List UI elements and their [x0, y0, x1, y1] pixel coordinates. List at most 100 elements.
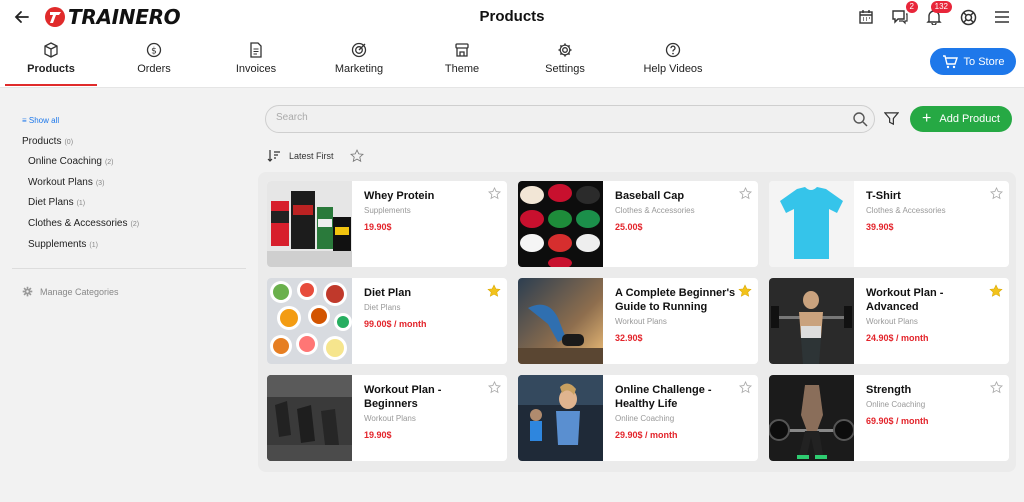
product-image [769, 375, 854, 461]
to-store-label: To Store [963, 55, 1005, 68]
product-name: Workout Plan - Beginners [364, 384, 442, 410]
star-outline-icon[interactable] [488, 381, 501, 394]
show-all-label: Show all [28, 116, 60, 125]
sidebar-divider [12, 268, 246, 269]
product-price: 39.90$ [866, 222, 894, 232]
lifebuoy-icon[interactable] [956, 6, 980, 28]
add-product-button[interactable]: + Add Product [910, 106, 1012, 132]
document-icon [250, 42, 262, 58]
manage-categories-label: Manage Categories [40, 286, 119, 297]
question-icon [665, 42, 681, 58]
product-price: 19.90$ [364, 430, 392, 440]
product-name: A Complete Beginner's Guide to Running [615, 287, 736, 313]
messages-badge: 2 [905, 1, 918, 13]
category-supplements[interactable]: Supplements (1) [28, 239, 98, 250]
category-count: (3) [95, 180, 105, 187]
chat-icon[interactable]: 2 [888, 1, 918, 28]
search-icon[interactable] [852, 111, 868, 127]
category-clothes-accessories[interactable]: Clothes & Accessories (2) [28, 218, 139, 229]
star-filled-icon[interactable] [738, 284, 752, 298]
star-outline-icon[interactable] [488, 187, 501, 200]
product-name: Online Challenge - Healthy Life [615, 384, 712, 410]
product-card-workout-advanced[interactable]: Workout Plan - Advanced Workout Plans 24… [769, 278, 1009, 364]
product-card-t-shirt[interactable]: T-Shirt Clothes & Accessories 39.90$ [769, 181, 1009, 267]
category-workout-plans[interactable]: Workout Plans (3) [28, 177, 104, 188]
tab-settings[interactable]: Settings [540, 42, 590, 86]
back-arrow-icon[interactable] [12, 7, 32, 27]
logo-mark-icon [45, 7, 65, 27]
product-card-online-challenge[interactable]: Online Challenge - Healthy Life Online C… [518, 375, 758, 461]
notifications-badge: 132 [930, 1, 952, 13]
to-store-button[interactable]: To Store [930, 48, 1016, 75]
product-name: Whey Protein [364, 190, 435, 202]
manage-categories-link[interactable]: Manage Categories [22, 286, 119, 297]
product-category: Workout Plans [615, 317, 667, 326]
product-price: 99.00$ / month [364, 319, 427, 329]
product-price: 69.90$ / month [866, 416, 929, 426]
product-card-running-guide[interactable]: A Complete Beginner's Guide to Running W… [518, 278, 758, 364]
category-online-coaching[interactable]: Online Coaching (2) [28, 156, 114, 167]
active-tab-indicator [5, 84, 97, 86]
product-name: Strength [866, 384, 912, 396]
product-card-diet-plan[interactable]: Diet Plan Diet Plans 99.00$ / month [267, 278, 507, 364]
gear-icon [558, 43, 572, 57]
star-outline-icon[interactable] [739, 381, 752, 394]
tab-label: Products [27, 63, 75, 75]
product-category: Diet Plans [364, 303, 401, 312]
search-input[interactable] [276, 112, 836, 123]
category-label: Workout Plans [28, 177, 93, 188]
tab-help-videos[interactable]: Help Videos [640, 42, 706, 86]
logo[interactable]: TRAINERO [44, 5, 181, 29]
tab-invoices[interactable]: Invoices [230, 42, 282, 86]
tab-label: Theme [444, 63, 480, 75]
category-count: (0) [64, 139, 74, 146]
star-filled-icon[interactable] [989, 284, 1003, 298]
calendar-icon[interactable] [854, 6, 878, 28]
list-icon: ≡ [22, 116, 29, 125]
product-name: Diet Plan [364, 287, 412, 299]
tab-orders[interactable]: $ Orders [130, 42, 178, 86]
tab-label: Settings [545, 63, 585, 75]
product-category: Online Coaching [866, 400, 926, 409]
main-nav: Products $ Orders Invoices Marketing The… [0, 34, 1024, 88]
star-filled-icon[interactable] [487, 284, 501, 298]
filter-icon[interactable] [884, 111, 899, 126]
category-count: (2) [104, 159, 114, 166]
plus-icon: + [922, 110, 932, 127]
logo-text: TRAINERO [68, 5, 181, 29]
tab-label: Invoices [235, 63, 277, 75]
product-price: 19.90$ [364, 222, 392, 232]
tab-theme[interactable]: Theme [442, 42, 482, 86]
star-outline-icon[interactable] [990, 187, 1003, 200]
category-count: (1) [76, 200, 86, 207]
product-card-baseball-cap[interactable]: Baseball Cap Clothes & Accessories 25.00… [518, 181, 758, 267]
add-product-label: Add Product [939, 113, 1000, 125]
star-outline-icon[interactable] [990, 381, 1003, 394]
product-image [267, 181, 352, 267]
tab-label: Marketing [334, 63, 384, 75]
tab-label: Orders [137, 63, 171, 75]
tab-marketing[interactable]: Marketing [330, 42, 388, 86]
category-diet-plans[interactable]: Diet Plans (1) [28, 197, 85, 208]
star-outline-icon[interactable] [349, 149, 364, 163]
sort-icon [267, 150, 280, 162]
category-root[interactable]: Products (0) [22, 136, 73, 147]
product-category: Supplements [364, 206, 411, 215]
tab-products[interactable]: Products [27, 42, 75, 86]
product-card-whey-protein[interactable]: Whey Protein Supplements 19.90$ [267, 181, 507, 267]
product-image [267, 375, 352, 461]
bell-icon[interactable]: 132 [922, 1, 952, 28]
product-category: Clothes & Accessories [866, 206, 946, 215]
product-card-strength[interactable]: Strength Online Coaching 69.90$ / month [769, 375, 1009, 461]
sort-control[interactable]: Latest First [267, 149, 364, 163]
product-category: Workout Plans [866, 317, 918, 326]
show-all-link[interactable]: ≡ Show all [22, 116, 59, 125]
product-category: Online Coaching [615, 414, 675, 423]
category-label: Products [22, 136, 62, 147]
product-image [769, 181, 854, 267]
menu-icon[interactable] [990, 6, 1014, 28]
product-card-workout-beginners[interactable]: Workout Plan - Beginners Workout Plans 1… [267, 375, 507, 461]
star-outline-icon[interactable] [739, 187, 752, 200]
target-icon [351, 42, 367, 58]
search-bar [265, 105, 875, 133]
